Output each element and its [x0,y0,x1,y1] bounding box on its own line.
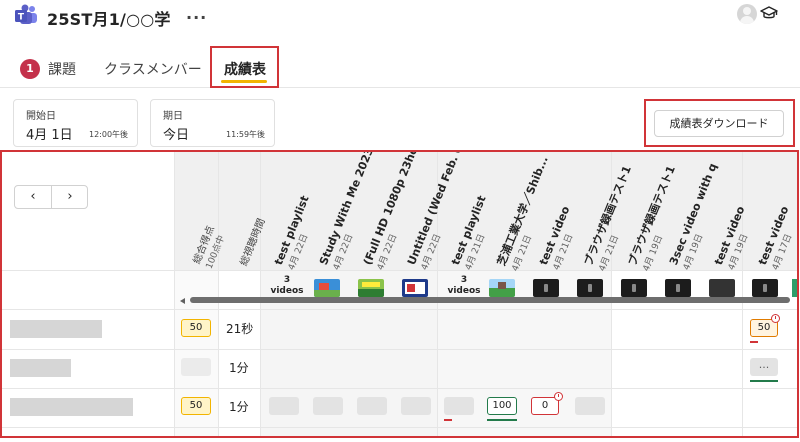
due-time-value: 11:59午後 [226,130,266,139]
student-name-redacted[interactable] [10,320,102,338]
video-thumbnail[interactable] [402,279,428,297]
total-score-badge[interactable]: 50 [181,319,211,337]
graduation-cap-icon[interactable] [760,4,778,22]
video-thumbnail[interactable] [533,279,559,297]
tab-grades[interactable]: 成績表 [210,46,279,88]
student-name-redacted[interactable] [10,359,71,377]
next-page-button[interactable]: › [52,188,88,208]
due-date-value: 今日 [163,128,190,143]
video-thumbnail[interactable] [358,279,384,297]
late-clock-icon [554,392,563,401]
class-title: 25ST月1/○○学 [47,10,171,29]
start-time-value: 12:00午後 [89,130,129,139]
header: T 25ST月1/○○学 ... [0,0,800,34]
video-thumbnail[interactable] [621,279,647,297]
in-progress-cell[interactable]: ... [750,358,778,376]
video-thumbnail[interactable] [665,279,691,297]
active-tab-indicator [221,80,267,83]
column-pager: ‹ › [14,185,88,209]
tab-assignments[interactable]: 課題 [48,59,76,79]
video-thumbnail-partial[interactable] [792,279,797,297]
video-thumbnail[interactable] [577,279,603,297]
video-thumbnail[interactable] [489,279,515,297]
video-thumbnail[interactable] [752,279,778,297]
video-thumbnail[interactable] [314,279,340,297]
due-date-card[interactable]: 期日 今日 11:59午後 [150,99,275,147]
empty-cell[interactable] [401,397,431,415]
empty-cell[interactable] [313,397,343,415]
start-date-card[interactable]: 開始日 4月 1日 12:00午後 [13,99,138,147]
total-score-empty[interactable] [181,358,211,376]
due-date-label: 期日 [163,111,183,122]
empty-cell[interactable] [269,397,299,415]
empty-cell[interactable] [444,397,474,415]
avatar[interactable] [737,4,757,24]
student-name-redacted[interactable] [10,398,133,416]
playlist-1-count: 3 videos [270,275,304,296]
teams-logo-icon: T [15,4,37,24]
grades-grid: ‹ › 総合得点 100点中 総視聴時間 test playlist 4月 22日… [0,150,799,438]
scroll-left-arrow[interactable] [180,298,185,304]
previous-page-button[interactable]: ‹ [15,188,51,208]
total-watch-time: 21秒 [226,322,254,336]
tab-class-members[interactable]: クラスメンバー [104,59,202,79]
svg-text:T: T [18,13,25,23]
empty-cell[interactable] [357,397,387,415]
more-options-button[interactable]: ... [186,4,207,23]
assignments-count-badge: 1 [20,59,40,79]
late-clock-icon [771,314,780,323]
download-highlight: 成績表ダウンロード [644,99,795,147]
start-date-value: 4月 1日 [26,128,73,143]
tab-bar: 1 課題 クラスメンバー 成績表 [0,44,800,88]
empty-cell[interactable] [575,397,605,415]
total-watch-time: 1分 [229,400,249,414]
start-date-label: 開始日 [26,111,56,122]
horizontal-scrollbar[interactable] [190,297,790,303]
score-cell[interactable]: 100 [487,397,517,415]
tab-grades-label: 成績表 [224,62,266,78]
total-watch-time: 1分 [229,361,249,375]
download-grades-button[interactable]: 成績表ダウンロード [654,110,784,137]
video-thumbnail[interactable] [709,279,735,297]
playlist-2-count: 3 videos [447,275,481,296]
total-score-badge[interactable]: 50 [181,397,211,415]
